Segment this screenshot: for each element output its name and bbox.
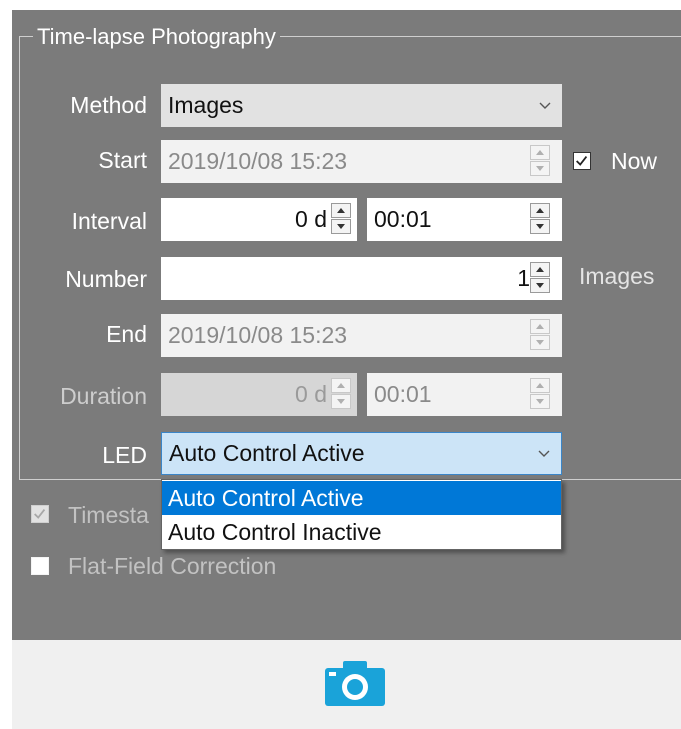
number-spinner[interactable] (530, 262, 550, 294)
duration-time-value: 00:01 (374, 381, 432, 407)
spin-up-button[interactable] (331, 203, 351, 218)
end-spinner (530, 319, 550, 351)
duration-days-spinner (331, 378, 351, 410)
method-select[interactable]: Images (161, 84, 562, 127)
check-icon (576, 156, 588, 166)
interval-days-value: 0 d (295, 206, 327, 232)
led-label: LED (102, 442, 147, 468)
start-label: Start (98, 147, 147, 173)
now-checkbox[interactable] (573, 152, 591, 170)
interval-time-field[interactable]: 00:01 (367, 198, 562, 241)
timestamp-checkbox[interactable] (31, 505, 49, 523)
duration-label: Duration (60, 383, 147, 409)
start-value: 2019/10/08 15:23 (168, 148, 348, 174)
flat-field-label: Flat-Field Correction (68, 553, 277, 579)
number-field[interactable]: 1 (161, 257, 562, 300)
number-unit: Images (579, 263, 655, 289)
duration-time-spinner (530, 378, 550, 410)
start-spinner (530, 145, 550, 177)
end-field: 2019/10/08 15:23 (161, 314, 562, 357)
capture-button[interactable] (323, 658, 387, 708)
now-label: Now (611, 148, 658, 174)
flat-field-checkbox[interactable] (31, 557, 49, 575)
spin-up-button[interactable] (530, 203, 550, 218)
interval-label: Interval (71, 208, 147, 234)
spin-down-button[interactable] (530, 219, 550, 234)
led-select[interactable]: Auto Control Active (161, 432, 562, 475)
interval-days-spinner[interactable] (331, 203, 351, 235)
interval-days-field[interactable]: 0 d (161, 198, 357, 241)
duration-days-field: 0 d (161, 373, 357, 416)
start-field: 2019/10/08 15:23 (161, 140, 562, 183)
led-option-active[interactable]: Auto Control Active (162, 481, 561, 515)
group-title: Time-lapse Photography (33, 24, 280, 50)
led-value: Auto Control Active (169, 440, 365, 466)
chevron-down-icon (538, 450, 550, 457)
spin-up-button[interactable] (530, 262, 550, 277)
led-dropdown-list: Auto Control Active Auto Control Inactiv… (161, 479, 562, 550)
check-icon (34, 509, 46, 519)
end-value: 2019/10/08 15:23 (168, 322, 348, 348)
method-value: Images (168, 92, 244, 118)
end-label: End (106, 321, 147, 347)
led-option-inactive[interactable]: Auto Control Inactive (162, 515, 561, 549)
method-label: Method (70, 92, 147, 118)
timestamp-label: Timesta (68, 502, 149, 528)
chevron-down-icon (539, 102, 551, 109)
duration-days-value: 0 d (295, 381, 327, 407)
interval-time-spinner[interactable] (530, 203, 550, 235)
duration-time-field: 00:01 (367, 373, 562, 416)
spin-down-button[interactable] (331, 219, 351, 234)
number-label: Number (65, 266, 147, 292)
number-value: 1 (517, 265, 530, 291)
spin-down-button[interactable] (530, 278, 550, 293)
camera-icon (325, 661, 385, 706)
interval-time-value: 00:01 (374, 206, 432, 232)
